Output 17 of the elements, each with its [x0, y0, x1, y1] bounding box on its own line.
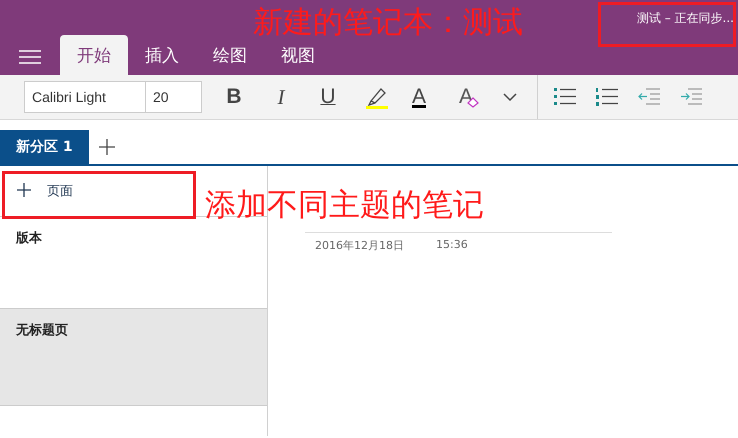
numbered-list-icon[interactable]	[596, 87, 618, 107]
chevron-down-icon[interactable]	[503, 93, 517, 101]
bullet-list-icon[interactable]	[554, 87, 576, 107]
italic-button[interactable]: I	[264, 82, 298, 112]
add-page-link[interactable]: 页面	[47, 182, 73, 200]
bold-button[interactable]: B	[217, 82, 251, 112]
decrease-indent-icon[interactable]	[638, 88, 660, 106]
page-item[interactable]: 无标题页	[0, 309, 267, 406]
sync-status: 测试 – 正在同步...	[636, 10, 734, 27]
underline-button[interactable]: U	[311, 82, 345, 112]
ribbon-tab[interactable]: 开始	[60, 35, 128, 75]
font-color-button[interactable]: A	[402, 82, 436, 112]
increase-indent-icon[interactable]	[680, 88, 702, 106]
note-date: 2016年12月18日	[315, 238, 404, 253]
note-time: 15:36	[436, 238, 468, 253]
ribbon-tab[interactable]: 插入	[128, 35, 196, 75]
section-tab[interactable]: 新分区 1	[0, 130, 89, 164]
